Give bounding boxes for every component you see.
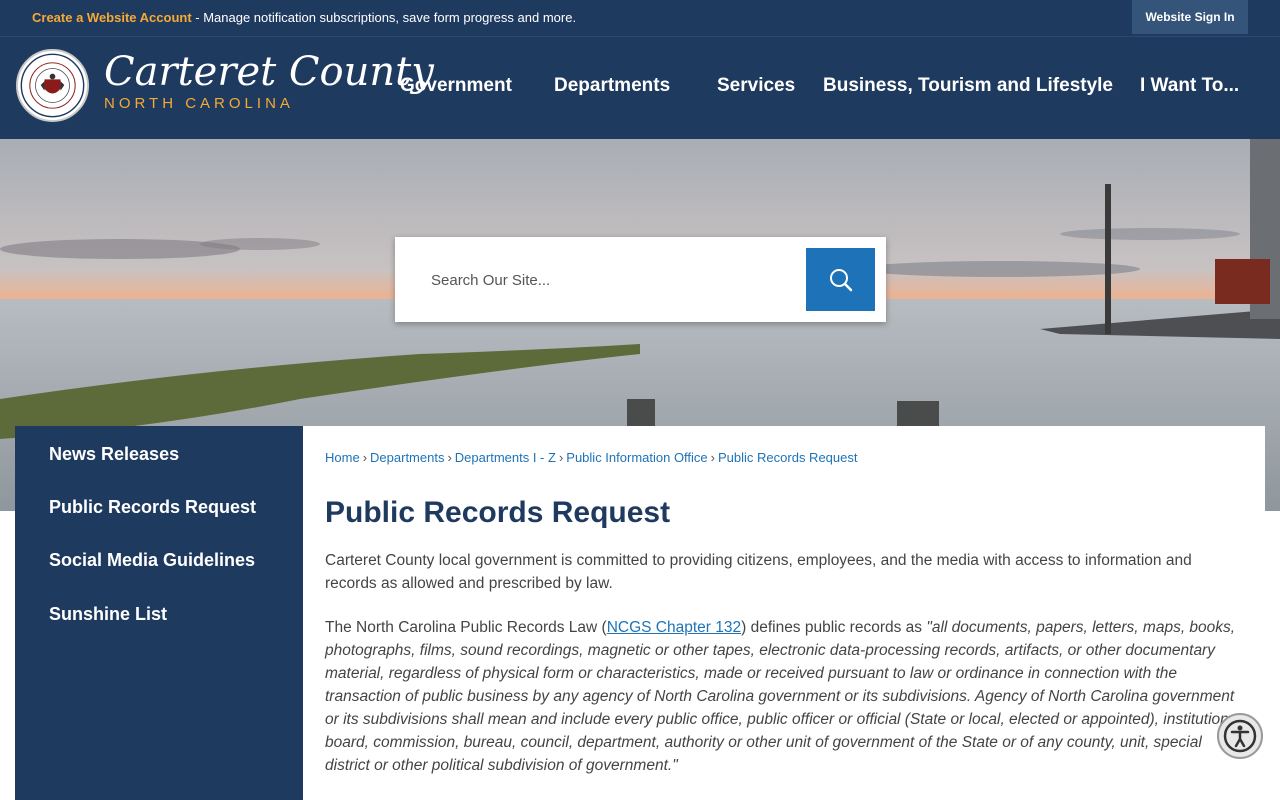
breadcrumb-public-records-request[interactable]: Public Records Request [718, 450, 857, 465]
sidebar-nav: News Releases Public Records Request Soc… [15, 426, 303, 800]
logo-state-name: NORTH CAROLINA [104, 95, 294, 112]
account-message-text: - Manage notification subscriptions, sav… [191, 10, 577, 25]
breadcrumb-public-information-office[interactable]: Public Information Office [566, 450, 707, 465]
main-content: Home › Departments › Departments I - Z › Publi… [303, 426, 1265, 800]
breadcrumb-departments[interactable]: Departments [370, 450, 444, 465]
create-account-link[interactable]: Create a Website Account [32, 10, 192, 25]
page-title: Public Records Request [325, 496, 671, 529]
search-button[interactable] [806, 248, 875, 311]
breadcrumb-separator: › [558, 450, 564, 465]
breadcrumb-separator: › [447, 450, 452, 465]
nav-i-want-to[interactable]: I Want To... [1140, 75, 1239, 97]
nav-business-tourism-lifestyle[interactable]: Business, Tourism and Lifestyle [823, 75, 1113, 97]
sidebar-item-sunshine-list[interactable]: Sunshine List [49, 604, 167, 625]
law-mid-text: ) defines public records as [741, 619, 927, 636]
site-header: Carteret County NORTH CAROLINA Governmen… [0, 36, 1280, 139]
intro-paragraph: Carteret County local government is comm… [325, 552, 1192, 592]
breadcrumb: Home › Departments › Departments I - Z › Publi… [325, 450, 857, 465]
law-paragraph: The North Carolina Public Records Law (N… [325, 616, 1245, 777]
nav-departments[interactable]: Departments [554, 75, 670, 97]
logo-county-name[interactable]: Carteret County [104, 49, 434, 95]
accessibility-icon [1223, 719, 1257, 753]
website-sign-in-button[interactable]: Website Sign In [1132, 0, 1248, 34]
breadcrumb-separator: › [710, 450, 716, 465]
search-icon [829, 268, 852, 291]
breadcrumb-separator: › [362, 450, 368, 465]
top-notification-bar: Create a Website Account - Manage notifi… [0, 0, 1280, 36]
nav-government[interactable]: Government [400, 75, 512, 97]
sidebar-item-public-records-request[interactable]: Public Records Request [49, 497, 256, 518]
nav-services[interactable]: Services [717, 75, 795, 97]
law-prefix-text: The North Carolina Public Records Law ( [325, 619, 607, 636]
county-seal-icon[interactable] [16, 49, 89, 122]
sidebar-item-social-media-guidelines[interactable]: Social Media Guidelines [49, 550, 255, 571]
search-input[interactable] [415, 249, 795, 311]
breadcrumb-home[interactable]: Home [325, 450, 360, 465]
law-quote-text: "all documents, papers, letters, maps, b… [325, 619, 1236, 774]
accessibility-button[interactable] [1217, 713, 1263, 759]
sidebar-item-news-releases[interactable]: News Releases [49, 444, 179, 465]
ncgs-chapter-132-link[interactable]: NCGS Chapter 132 [607, 619, 741, 636]
account-message: Create a Website Account - Manage notifi… [32, 10, 576, 25]
breadcrumb-departments-i-z[interactable]: Departments I - Z [455, 450, 556, 465]
